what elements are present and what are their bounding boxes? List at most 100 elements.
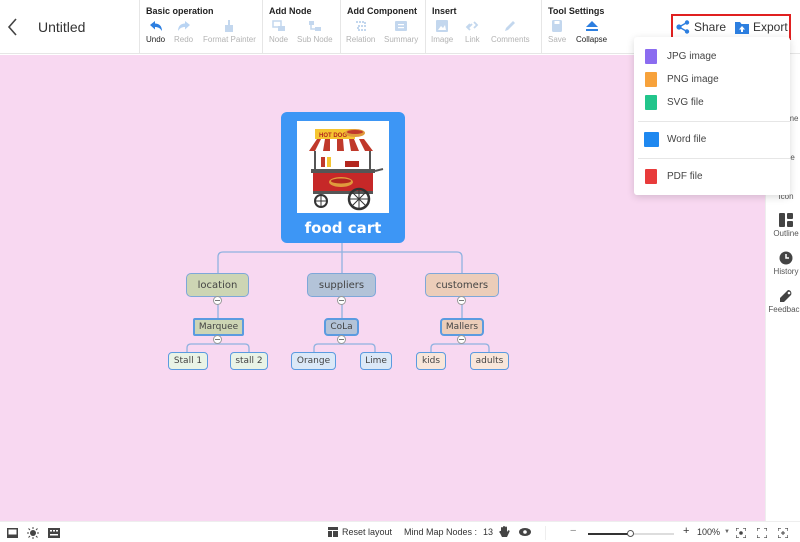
group-title: Tool Settings [548, 6, 605, 16]
sidebar-label: History [773, 267, 799, 276]
export-word-item[interactable]: Word file [634, 128, 790, 150]
save-icon [552, 20, 563, 32]
format-painter-button[interactable]: Format Painter [203, 20, 256, 44]
fit-screen-button[interactable] [778, 528, 788, 538]
export-jpg-item[interactable]: JPG image [634, 45, 790, 67]
zoom-slider-handle[interactable] [627, 530, 634, 537]
collapse-toggle[interactable] [337, 335, 346, 344]
hand-icon [499, 526, 510, 537]
leaf-node-kids[interactable]: kids [416, 352, 446, 370]
node-button[interactable]: Node [269, 20, 288, 44]
leaf-node-orange[interactable]: Orange [291, 352, 336, 370]
locate-icon [736, 528, 746, 538]
menu-label: PNG image [667, 73, 719, 85]
collapse-toggle[interactable] [213, 296, 222, 305]
zoom-level-select[interactable]: 100% ▼ [697, 527, 730, 537]
collapse-button[interactable]: Collapse [576, 20, 607, 44]
comments-button[interactable]: Comments [491, 20, 530, 44]
node-count-value: 13 [483, 527, 494, 537]
node-icon [271, 20, 285, 31]
share-button[interactable]: Share [676, 20, 726, 34]
save-button[interactable]: Save [548, 20, 566, 44]
collapse-toggle[interactable] [457, 296, 466, 305]
collapse-toggle[interactable] [213, 335, 222, 344]
sub-node-mallers[interactable]: Mallers [440, 318, 484, 336]
export-dropdown: JPG image PNG image SVG file Word file P… [634, 37, 790, 195]
tool-label: Link [465, 35, 480, 44]
group-title: Basic operation [146, 6, 214, 16]
undo-icon [149, 21, 162, 31]
tool-label: Save [548, 35, 567, 44]
png-file-icon [645, 71, 657, 87]
status-bar: Reset layout Mind Map Nodes : 13 − + 100… [0, 521, 800, 542]
group-add-node: Add Node Node Sub Node [262, 0, 340, 54]
export-pdf-item[interactable]: PDF file [634, 165, 790, 187]
reset-layout-label: Reset layout [342, 527, 393, 537]
divider [545, 526, 546, 540]
export-png-item[interactable]: PNG image [634, 68, 790, 90]
theme-mode-button[interactable] [27, 527, 39, 539]
export-svg-item[interactable]: SVG file [634, 91, 790, 113]
locate-center-button[interactable] [736, 528, 746, 538]
leaf-node-stall-1[interactable]: Stall 1 [168, 352, 208, 370]
branch-node-suppliers[interactable]: suppliers [307, 273, 376, 297]
preview-button[interactable] [519, 528, 531, 536]
sidebar-item-feedback[interactable]: Feedback [766, 289, 800, 314]
zoom-in-button[interactable]: + [683, 525, 689, 537]
hot-dog-cart-image: HOT DOG [297, 121, 389, 213]
collapse-toggle[interactable] [337, 296, 346, 305]
link-button[interactable]: Link [465, 20, 480, 44]
node-label: Mallers [445, 322, 479, 332]
eye-icon [519, 528, 531, 536]
image-button[interactable]: Image [431, 20, 453, 44]
fit-screen-icon [778, 528, 788, 538]
zoom-slider-fill [588, 533, 631, 535]
panel-toggle-button[interactable] [7, 528, 18, 538]
pan-hand-button[interactable] [499, 526, 510, 538]
sub-node-button[interactable]: Sub Node [297, 20, 333, 44]
node-count: Mind Map Nodes : 13 [404, 527, 493, 537]
back-arrow-icon[interactable] [6, 16, 20, 38]
leaf-node-lime[interactable]: Lime [360, 352, 392, 370]
sidebar-label: Feedback [768, 305, 800, 314]
undo-button[interactable]: Undo [146, 20, 165, 44]
sidebar-item-outline[interactable]: Outline [766, 213, 800, 238]
format-painter-icon [225, 20, 234, 32]
zoom-out-button[interactable]: − [570, 525, 576, 537]
leaf-node-adults[interactable]: adults [470, 352, 509, 370]
sidebar-item-history[interactable]: History [766, 251, 800, 276]
summary-button[interactable]: Summary [384, 20, 418, 44]
branch-node-location[interactable]: location [186, 273, 249, 297]
reset-layout-button[interactable]: Reset layout [328, 527, 392, 537]
keyboard-icon [48, 528, 60, 538]
feedback-wrench-icon [780, 290, 792, 302]
keyboard-shortcuts-button[interactable] [48, 528, 60, 538]
group-insert: Insert Image Link Comments [425, 0, 537, 54]
group-add-component: Add Component Relation Summary [340, 0, 425, 54]
zoom-slider[interactable] [588, 530, 674, 537]
redo-button[interactable]: Redo [174, 20, 193, 44]
leaf-node-stall-2[interactable]: stall 2 [230, 352, 268, 370]
node-label: kids [421, 356, 441, 366]
root-node[interactable]: HOT DOG food cart [281, 112, 405, 243]
comments-icon [505, 21, 516, 31]
outline-icon [779, 213, 793, 227]
branch-node-customers[interactable]: customers [425, 273, 499, 297]
node-label: Marquee [198, 322, 239, 332]
document-title[interactable]: Untitled [38, 19, 85, 35]
sub-node-marquee[interactable]: Marquee [193, 318, 244, 336]
relation-button[interactable]: Relation [346, 20, 375, 44]
group-title: Add Component [347, 6, 417, 16]
panel-icon [7, 528, 18, 538]
group-title: Add Node [269, 6, 312, 16]
node-label: Lime [365, 356, 387, 366]
sub-node-cola[interactable]: CoLa [324, 318, 359, 336]
fullscreen-button[interactable] [757, 528, 767, 538]
node-label: CoLa [330, 322, 353, 332]
zoom-minus-label: − [570, 525, 577, 537]
collapse-toggle[interactable] [457, 335, 466, 344]
root-node-label: food cart [304, 219, 382, 237]
node-label: suppliers [318, 279, 365, 291]
export-button[interactable]: Export [735, 20, 788, 34]
tool-label: Undo [146, 35, 166, 44]
